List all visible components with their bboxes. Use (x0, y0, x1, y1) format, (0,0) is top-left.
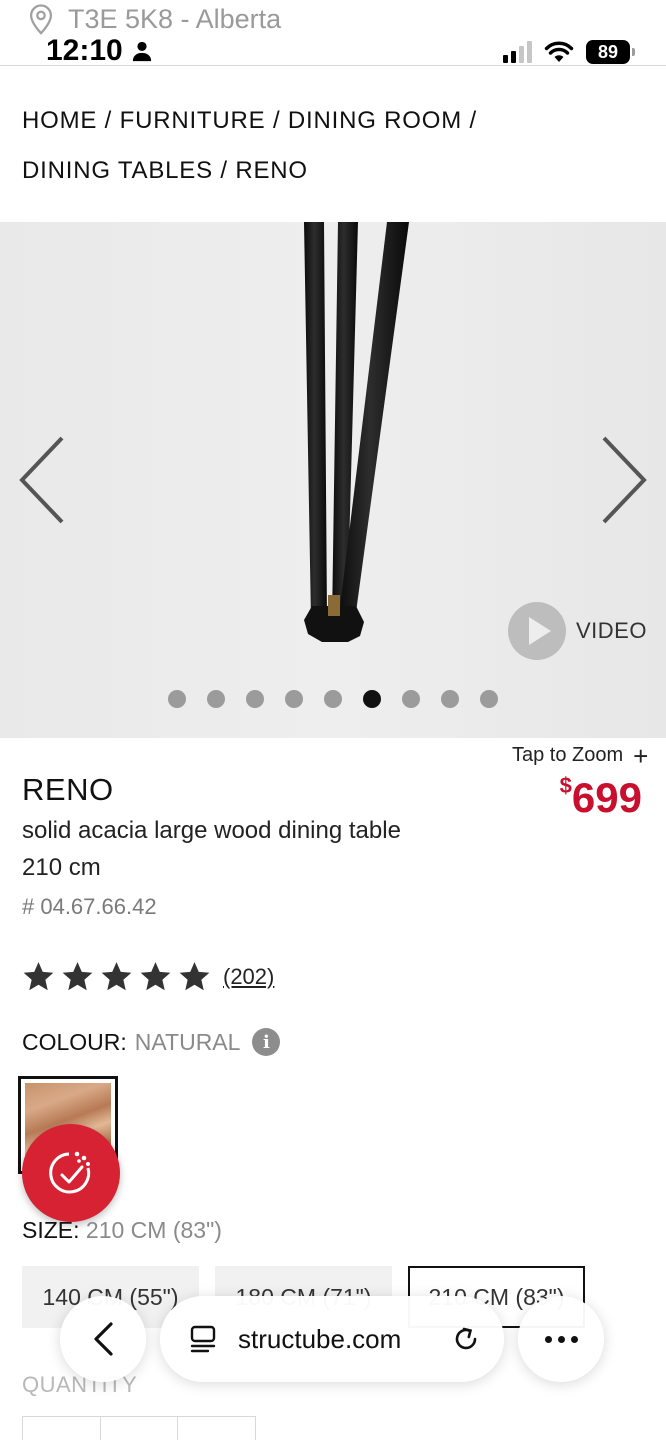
accessibility-check-icon (49, 1151, 91, 1194)
star-icon (179, 962, 210, 991)
gallery-pagination (168, 690, 498, 708)
gallery-dot[interactable] (324, 690, 342, 708)
system-indicators: 89 (503, 40, 635, 64)
breadcrumb-separator: / (469, 107, 477, 134)
breadcrumb-separator: / (220, 157, 228, 184)
breadcrumb-separator: / (272, 107, 281, 134)
clock: 12:10 (46, 34, 153, 68)
person-icon (132, 41, 151, 62)
star-icon (23, 962, 54, 991)
quantity-increment[interactable] (178, 1417, 255, 1440)
video-label: VIDEO (576, 618, 647, 643)
video-button[interactable]: VIDEO (508, 602, 647, 660)
product-rating[interactable]: (202) (22, 960, 274, 993)
browser-address-bar[interactable]: structube.com (160, 1296, 504, 1382)
location-pin-icon (29, 4, 53, 35)
product-description: solid acacia large wood dining table 210… (22, 817, 401, 881)
colour-label: COLOUR: (22, 1028, 127, 1055)
gallery-dot[interactable] (441, 690, 459, 708)
breadcrumb-home[interactable]: HOME (22, 107, 97, 134)
breadcrumb-separator: / (104, 107, 113, 134)
gallery-dot[interactable] (207, 690, 225, 708)
reload-icon[interactable] (450, 1323, 482, 1355)
gallery-prev-button[interactable] (14, 434, 74, 524)
browser-domain[interactable]: structube.com (238, 1324, 430, 1355)
size-value: 210 CM (83") (85, 1217, 222, 1243)
cellular-signal-icon (503, 41, 532, 63)
more-icon (544, 1335, 578, 1343)
breadcrumb-dining-room[interactable]: DINING ROOM (288, 107, 462, 134)
gallery-dot[interactable] (246, 690, 264, 708)
browser-back-button[interactable] (60, 1296, 146, 1382)
star-icon (62, 962, 93, 991)
product-sku: # 04.67.66.42 (22, 894, 157, 919)
info-icon[interactable]: i (252, 1028, 281, 1056)
size-row: SIZE: 210 CM (83") (22, 1217, 222, 1244)
breadcrumb-dining-tables[interactable]: DINING TABLES (22, 157, 213, 184)
gallery-dot[interactable] (480, 690, 498, 708)
tap-to-zoom-button[interactable]: Tap to Zoom + (512, 740, 649, 771)
quantity-decrement[interactable] (23, 1417, 101, 1440)
browser-more-button[interactable] (518, 1296, 604, 1382)
time-text: 12:10 (46, 34, 123, 67)
location-text: T3E 5K8 - Alberta (68, 3, 282, 34)
gallery-dot[interactable] (285, 690, 303, 708)
chevron-right-icon (602, 436, 647, 524)
battery-level: 89 (597, 41, 619, 62)
breadcrumb-current: RENO (235, 157, 308, 184)
price-amount: 699 (571, 774, 642, 821)
rating-stars (22, 960, 211, 993)
plus-icon: + (633, 740, 649, 771)
quantity-value[interactable] (101, 1417, 179, 1440)
product-image-gallery[interactable]: VIDEO (0, 222, 666, 738)
review-count-link[interactable]: (202) (223, 964, 274, 990)
tap-to-zoom-label: Tap to Zoom (512, 744, 624, 766)
product-photo-table-legs (304, 222, 409, 642)
product-name: RENO (22, 772, 114, 807)
location-indicator[interactable]: T3E 5K8 - Alberta (24, 2, 281, 36)
chevron-left-icon (94, 1322, 113, 1356)
gallery-next-button[interactable] (596, 434, 656, 524)
colour-value: NATURAL (134, 1028, 241, 1055)
battery-icon: 89 (586, 40, 635, 64)
quantity-stepper[interactable] (22, 1416, 256, 1440)
price-currency: $ (559, 773, 572, 798)
breadcrumb: HOME / FURNITURE / DINING ROOM / DINING … (22, 96, 642, 196)
colour-row: COLOUR: NATURAL i (22, 1028, 281, 1056)
breadcrumb-furniture[interactable]: FURNITURE (120, 107, 266, 134)
gallery-dot[interactable] (168, 690, 186, 708)
star-icon (140, 962, 171, 991)
play-icon (508, 602, 566, 660)
status-bar: T3E 5K8 - Alberta 12:10 89 (0, 0, 666, 68)
size-label: SIZE: (22, 1217, 80, 1243)
wifi-icon (544, 41, 574, 62)
product-price: $699 (559, 773, 642, 822)
gallery-dot[interactable] (402, 690, 420, 708)
page-menu-icon[interactable] (188, 1324, 218, 1354)
gallery-dot[interactable] (363, 690, 381, 708)
star-icon (101, 962, 132, 991)
chevron-left-icon (19, 436, 64, 524)
accessibility-assistant-button[interactable] (22, 1124, 120, 1222)
